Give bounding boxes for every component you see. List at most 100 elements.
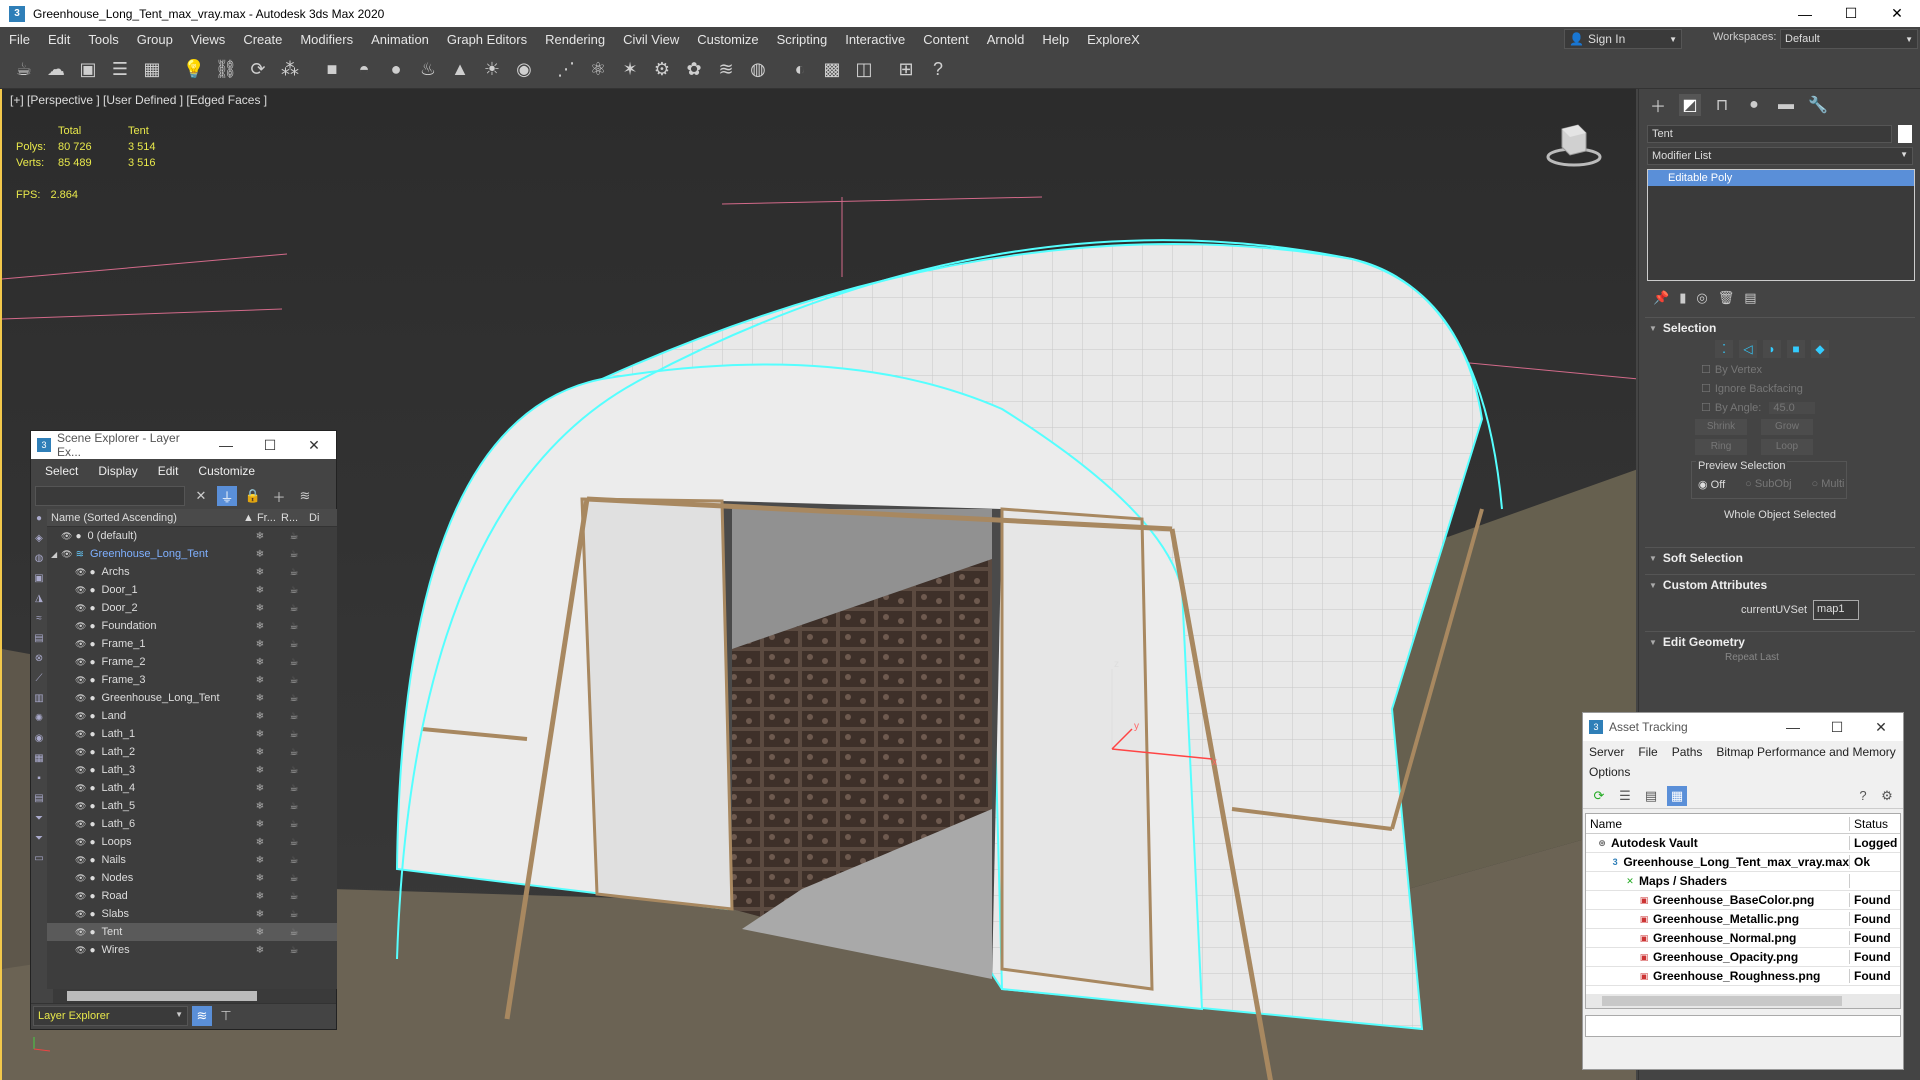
filter-icon[interactable]: ⏚ [217,486,237,506]
renderable-icon[interactable]: ☕ [277,639,311,650]
render-frame-icon[interactable]: ▣ [74,56,102,84]
tree-row[interactable]: 👁 ● Lath_2 ❄ ☕ [47,743,337,761]
tree-row[interactable]: 👁 ● Foundation ❄ ☕ [47,617,337,635]
se-menu-edit[interactable]: Edit [158,464,179,478]
renderable-icon[interactable]: ☕ [277,531,311,542]
teapot-shape-icon[interactable]: ♨ [414,56,442,84]
rotate-icon[interactable]: ⟳ [244,56,272,84]
freeze-icon[interactable]: ❄ [243,603,277,614]
visibility-eye-icon[interactable]: 👁 [75,693,86,704]
visibility-eye-icon[interactable]: 👁 [75,657,86,668]
search-input[interactable] [35,486,185,506]
layer-mode-icon[interactable]: ≋ [192,1005,212,1026]
ring-button[interactable]: Ring [1695,439,1747,455]
edit-geometry-header[interactable]: Edit Geometry [1645,632,1915,652]
visibility-eye-icon[interactable]: 👁 [75,747,86,758]
tree-row[interactable]: 👁 ● Road ❄ ☕ [47,887,337,905]
freeze-icon[interactable]: ❄ [243,909,277,920]
header-frozen[interactable]: ▲ Fr... [243,512,281,524]
geometry-filter-icon[interactable]: ● [31,513,47,527]
configure-icon[interactable]: ▤ [1744,290,1756,306]
globe-icon[interactable]: ◐ [786,56,814,84]
fur-icon[interactable]: ✶ [616,56,644,84]
menu-edit[interactable]: Edit [39,32,79,47]
containers-filter-icon[interactable]: ▥ [31,693,47,707]
menu-views[interactable]: Views [182,32,234,47]
visibility-eye-icon[interactable]: 👁 [75,711,86,722]
freeze-icon[interactable]: ❄ [243,675,277,686]
custom-attributes-header[interactable]: Custom Attributes [1645,575,1915,595]
molecule-icon[interactable]: ⚛ [584,56,612,84]
visibility-eye-icon[interactable]: 👁 [75,927,86,938]
object-color-swatch[interactable] [1898,125,1912,143]
at-menu-server[interactable]: Server [1589,743,1624,761]
vertex-icon[interactable]: ⁚ [1715,340,1733,358]
help-icon[interactable]: ? [1853,786,1873,806]
visibility-eye-icon[interactable]: 👁 [75,909,86,920]
menu-scripting[interactable]: Scripting [768,32,837,47]
horizontal-scrollbar[interactable] [53,989,336,1003]
close-button[interactable]: ✕ [292,437,336,454]
renderable-icon[interactable]: ☕ [277,657,311,668]
menu-tools[interactable]: Tools [79,32,127,47]
freeze-icon[interactable]: ❄ [243,765,277,776]
angle-input[interactable]: 45.0 [1769,401,1815,414]
visibility-eye-icon[interactable]: 👁 [75,801,86,812]
show-end-result-icon[interactable]: ▮ [1679,290,1686,306]
menu-civil-view[interactable]: Civil View [614,32,688,47]
hierarchy-tab-icon[interactable]: ⊓ [1711,94,1733,116]
list-filter-icon[interactable]: ▦ [31,753,47,767]
cone-icon[interactable]: ▲ [446,56,474,84]
light-icon[interactable]: 💡 [180,56,208,84]
lights-filter-icon[interactable]: ◍ [31,553,47,567]
preview-multi-radio[interactable]: ○ Multi [1812,478,1845,491]
visibility-eye-icon[interactable]: 👁 [61,549,72,560]
visibility-eye-icon[interactable]: 👁 [75,783,86,794]
visibility-eye-icon[interactable]: 👁 [75,945,86,956]
visibility-eye-icon[interactable]: 👁 [75,603,86,614]
freeze-icon[interactable]: ❄ [243,855,277,866]
visibility-eye-icon[interactable]: 👁 [75,639,86,650]
pin-icon[interactable]: 📌 [1653,290,1669,306]
visibility-eye-icon[interactable]: 👁 [75,837,86,848]
freeze-icon[interactable]: ❄ [243,945,277,956]
tree-row[interactable]: 👁 ● Lath_5 ❄ ☕ [47,797,337,815]
renderable-icon[interactable]: ☕ [277,927,311,938]
create-tab-icon[interactable]: ＋ [1647,94,1669,116]
modifier-list-dropdown[interactable]: Modifier List ▼ [1647,147,1913,165]
se-menu-display[interactable]: Display [98,464,137,478]
se-menu-customize[interactable]: Customize [198,464,255,478]
clear-icon[interactable]: ✕ [191,486,211,506]
visibility-eye-icon[interactable]: 👁 [75,585,86,596]
ignore-backfacing-checkbox[interactable]: ☐ Ignore Backfacing [1645,379,1915,398]
freeze-icon[interactable]: ❄ [243,837,277,848]
menu-customize[interactable]: Customize [688,32,767,47]
box-icon[interactable]: ■ [318,56,346,84]
display-tab-icon[interactable]: ▬ [1775,94,1797,116]
tree-row[interactable]: 👁 ● 0 (default) ❄ ☕ [47,527,337,545]
expand-toggle-icon[interactable]: ◢ [51,550,57,559]
renderable-icon[interactable]: ☕ [277,855,311,866]
menu-file[interactable]: File [0,32,39,47]
utilities-tab-icon[interactable]: 🔧 [1807,94,1829,116]
freeze-icon[interactable]: ❄ [243,549,277,560]
tree-row[interactable]: 👁 ● Lath_6 ❄ ☕ [47,815,337,833]
sign-in-dropdown[interactable]: 👤 Sign In ▼ [1564,29,1682,49]
tree-row[interactable]: 👁 ● Wires ❄ ☕ [47,941,337,959]
hierarchy-mode-icon[interactable]: ⊤ [216,1006,236,1026]
list-view-icon[interactable]: ☰ [1615,786,1635,806]
visibility-eye-icon[interactable]: 👁 [75,855,86,866]
preview-subobj-radio[interactable]: ○ SubObj [1745,478,1791,491]
visibility-eye-icon[interactable]: 👁 [75,621,86,632]
renderable-icon[interactable]: ☕ [277,909,311,920]
element-icon[interactable]: ◆ [1811,340,1829,358]
scrollbar-thumb[interactable] [1602,996,1842,1006]
workspace-select[interactable]: Default ▼ [1780,29,1918,49]
freeze-icon[interactable]: ❄ [243,819,277,830]
asset-row[interactable]: ⊛ Autodesk Vault Logged [1586,834,1900,853]
spacewarps-filter-icon[interactable]: ≈ [31,613,47,627]
freeze-icon[interactable]: ❄ [243,729,277,740]
asset-row[interactable]: ✕ Maps / Shaders [1586,872,1900,891]
asset-row[interactable]: ▣ Greenhouse_Roughness.png Found [1586,967,1900,986]
selection-rollout-header[interactable]: Selection [1645,318,1915,338]
